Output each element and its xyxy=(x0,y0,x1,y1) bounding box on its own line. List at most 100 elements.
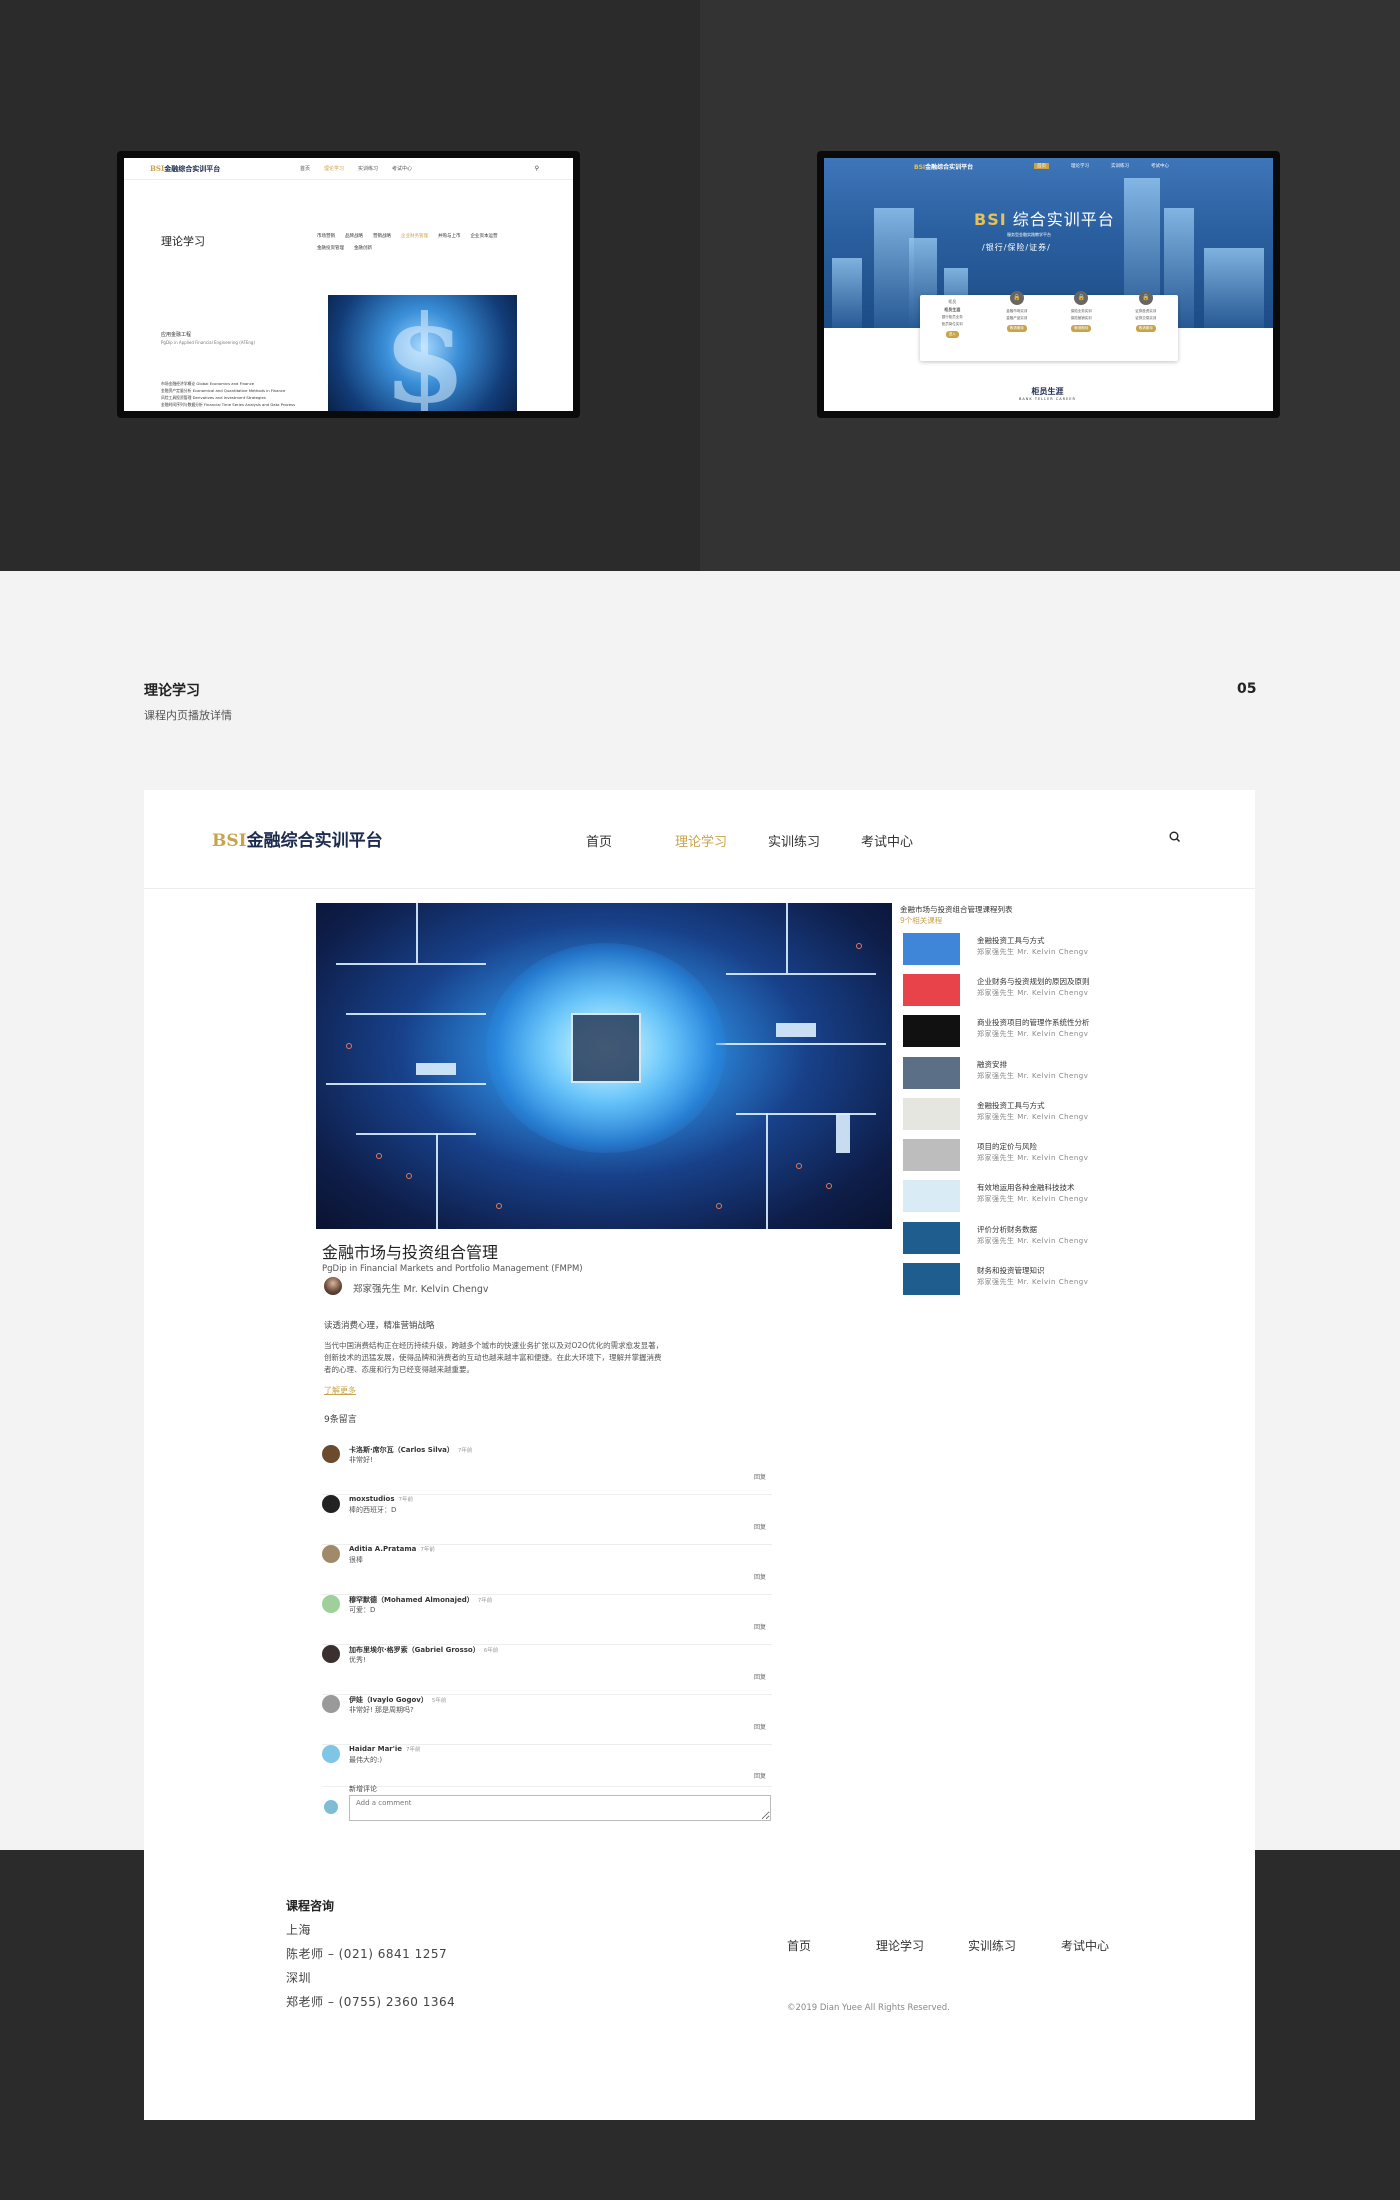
mini-menu-item[interactable]: 理论学习 xyxy=(324,165,344,172)
footer-link-exam[interactable]: 考试中心 xyxy=(1061,1937,1109,1954)
course-name: 商业投资项目的管理作系统性分析 xyxy=(977,1018,1090,1027)
learn-more-link[interactable]: 了解更多 xyxy=(324,1385,356,1396)
mini-menu-item[interactable]: 考试中心 xyxy=(392,165,412,172)
course-subtitle: PgDip in Financial Markets and Portfolio… xyxy=(322,1264,583,1274)
footer-link-theory[interactable]: 理论学习 xyxy=(876,1937,924,1954)
mini-category[interactable]: 金融创新 xyxy=(354,245,372,251)
section-title: 理论学习 xyxy=(144,683,200,699)
mini-dollar-image: $ xyxy=(328,295,517,411)
reply-button[interactable]: 回复 xyxy=(754,1672,766,1681)
mini-program-list-item: 市场金融经济学概论 Global Economics and Finance xyxy=(161,381,255,386)
nav-item-theory[interactable]: 理论学习 xyxy=(675,831,727,850)
reply-button[interactable]: 回复 xyxy=(754,1472,766,1481)
coming-soon-button[interactable]: 敬请期待 xyxy=(1135,325,1156,332)
reply-button[interactable]: 回复 xyxy=(754,1722,766,1731)
lock-icon: 🔒 xyxy=(1074,291,1089,305)
mini-category[interactable]: 金融投资管理 xyxy=(317,245,344,251)
hero-nav: BSI金融综合实训平台 首页 理论学习 实训练习 考试中心 xyxy=(824,158,1273,174)
related-course-item[interactable]: 金融投资工具与方式 郑家强先生 Mr. Kelvin Chengv xyxy=(903,1098,1133,1132)
course-name: 金融投资工具与方式 xyxy=(977,936,1045,945)
mini-menu-item[interactable]: 实训练习 xyxy=(358,165,378,172)
showcase-right-panel: BSI金融综合实训平台 首页 理论学习 实训练习 考试中心 BSI 综合实训平台… xyxy=(700,0,1400,571)
course-teacher: 郑家强先生 Mr. Kelvin Chengv xyxy=(977,1113,1089,1121)
mini-category[interactable]: 市场营销 xyxy=(317,233,335,239)
course-thumbnail xyxy=(903,933,960,965)
course-teacher: 郑家强先生 Mr. Kelvin Chengv xyxy=(977,1030,1089,1038)
coming-soon-button[interactable]: 敬请期待 xyxy=(1071,325,1092,332)
footer-link-home[interactable]: 首页 xyxy=(787,1937,811,1954)
hero-menu-item[interactable]: 理论学习 xyxy=(1071,163,1089,169)
related-course-item[interactable]: 企业财务与投资规划的原因及原则 郑家强先生 Mr. Kelvin Chengv xyxy=(903,974,1133,1008)
comment-text: 可爱：D xyxy=(349,1606,376,1614)
nav-item-exam[interactable]: 考试中心 xyxy=(861,831,913,850)
module-card[interactable]: 🔒 证券投资实训 证券交易实训 敬请期待 xyxy=(1114,291,1179,361)
related-course-item[interactable]: 项目的定价与风险 郑家强先生 Mr. Kelvin Chengv xyxy=(903,1139,1133,1173)
mini-program-title: 应用金融工程 xyxy=(161,332,192,338)
coming-soon-button[interactable]: 敬请期待 xyxy=(1006,325,1027,332)
course-name: 评价分析财务数据 xyxy=(977,1225,1037,1234)
comment-item: moxstudios 7年前 棒的西班牙：D 回复 xyxy=(322,1495,772,1545)
related-course-item[interactable]: 商业投资项目的管理作系统性分析 郑家强先生 Mr. Kelvin Chengv xyxy=(903,1015,1133,1049)
hero-menu-item[interactable]: 首页 xyxy=(1034,163,1049,169)
comment-time: 7年前 xyxy=(457,1448,473,1454)
mini-nav: BSI金融综合实训平台 首页 理论学习 实训练习 考试中心 ⚲ xyxy=(124,158,573,180)
comment-item: Haidar Mar'ie 7年前 最伟大的:) 回复 xyxy=(322,1745,772,1787)
mini-category[interactable]: 品牌战略 xyxy=(345,233,363,239)
footer-contact: 郑老师 – (0755) 2360 1364 xyxy=(286,1995,456,2009)
course-page: BSI金融综合实训平台 首页 理论学习 实训练习 考试中心 金融市场与投资组合管… xyxy=(144,790,1255,1850)
related-count: 9个相关课程 xyxy=(900,916,943,925)
hero-menu-item[interactable]: 实训练习 xyxy=(1111,163,1129,169)
reply-button[interactable]: 回复 xyxy=(754,1771,766,1780)
module-card[interactable]: 柜员 柜员生涯 银行柜员业务 柜员岗位实训 进入 xyxy=(920,295,985,361)
related-course-item[interactable]: 金融投资工具与方式 郑家强先生 Mr. Kelvin Chengv xyxy=(903,933,1133,967)
related-course-item[interactable]: 有效地运用各种金融科技技术 郑家强先生 Mr. Kelvin Chengv xyxy=(903,1180,1133,1214)
comment-text: 非常好! xyxy=(349,1456,373,1464)
hero-menu: 首页 理论学习 实训练习 考试中心 xyxy=(1034,163,1169,169)
search-icon[interactable] xyxy=(1168,830,1182,844)
footer-city: 上海 xyxy=(286,1923,312,1937)
course-name: 企业财务与投资规划的原因及原则 xyxy=(977,977,1090,986)
reply-button[interactable]: 回复 xyxy=(754,1522,766,1531)
course-teacher: 郑家强先生 Mr. Kelvin Chengv xyxy=(977,1278,1089,1286)
section-subtitle: 课程内页播放详情 xyxy=(144,709,232,722)
module-card[interactable]: 🔒 金融市场实训 金融产品实训 敬请期待 xyxy=(985,291,1050,361)
mini-logo: BSI金融综合实训平台 xyxy=(150,164,221,173)
comment-item: 穆罕默德（Mohamed Almonajed） 7年前 可爱：D 回复 xyxy=(322,1595,772,1645)
course-teacher: 郑家强先生 Mr. Kelvin Chengv xyxy=(977,1237,1089,1245)
reply-button[interactable]: 回复 xyxy=(754,1622,766,1631)
brand-logo[interactable]: BSI金融综合实训平台 xyxy=(212,826,383,851)
mini-category[interactable]: 企业财务管理 xyxy=(401,233,428,239)
search-icon[interactable]: ⚲ xyxy=(535,165,539,172)
teacher-name: 郑家强先生 Mr. Kelvin Chengv xyxy=(353,1284,489,1295)
course-title: 金融市场与投资组合管理 xyxy=(322,1243,499,1262)
top-nav: BSI金融综合实训平台 首页 理论学习 实训练习 考试中心 xyxy=(144,790,1255,889)
course-video-player[interactable] xyxy=(316,903,892,1229)
comment-time: 7年前 xyxy=(398,1497,414,1503)
mini-category[interactable]: 并购与上市 xyxy=(438,233,461,239)
intro-body: 当代中国消费结构正在经历持续升级，跨越多个城市的快速业务扩张以及对O2O优化的需… xyxy=(324,1341,664,1374)
course-thumbnail xyxy=(903,1222,960,1254)
comment-author: 加布里埃尔·格罗索（Gabriel Grosso） xyxy=(349,1646,480,1654)
mini-home-screen: BSI金融综合实训平台 首页 理论学习 实训练习 考试中心 BSI 综合实训平台… xyxy=(824,158,1273,411)
mini-category[interactable]: 企业资本运营 xyxy=(471,233,498,239)
nav-item-home[interactable]: 首页 xyxy=(586,831,612,850)
footer-link-practice[interactable]: 实训练习 xyxy=(968,1937,1016,1954)
comment-author: 伊娃（Ivaylo Gogov） xyxy=(349,1696,428,1704)
avatar xyxy=(322,1595,340,1613)
enter-button[interactable]: 进入 xyxy=(945,331,959,338)
nav-item-practice[interactable]: 实训练习 xyxy=(768,831,820,850)
course-name: 项目的定价与风险 xyxy=(977,1142,1037,1151)
hero-menu-item[interactable]: 考试中心 xyxy=(1151,163,1169,169)
related-course-item[interactable]: 评价分析财务数据 郑家强先生 Mr. Kelvin Chengv xyxy=(903,1222,1133,1256)
reply-button[interactable]: 回复 xyxy=(754,1572,766,1581)
comments-count: 9条留言 xyxy=(324,1415,357,1425)
comment-item: 伊娃（Ivaylo Gogov） 5年前 非常好! 那是周期吗? 回复 xyxy=(322,1695,772,1745)
mini-menu-item[interactable]: 首页 xyxy=(300,165,310,172)
mini-category[interactable]: 营销战略 xyxy=(373,233,391,239)
comment-item: 加布里埃尔·格罗索（Gabriel Grosso） 6年前 优秀! 回复 xyxy=(322,1645,772,1695)
comment-input[interactable] xyxy=(349,1795,771,1821)
related-course-item[interactable]: 融资安排 郑家强先生 Mr. Kelvin Chengv xyxy=(903,1057,1133,1091)
module-card[interactable]: 🔒 保险业务实训 保险营销实训 敬请期待 xyxy=(1049,291,1114,361)
comment-author: moxstudios xyxy=(349,1495,395,1503)
related-course-item[interactable]: 财务和投资管理知识 郑家强先生 Mr. Kelvin Chengv xyxy=(903,1263,1133,1297)
